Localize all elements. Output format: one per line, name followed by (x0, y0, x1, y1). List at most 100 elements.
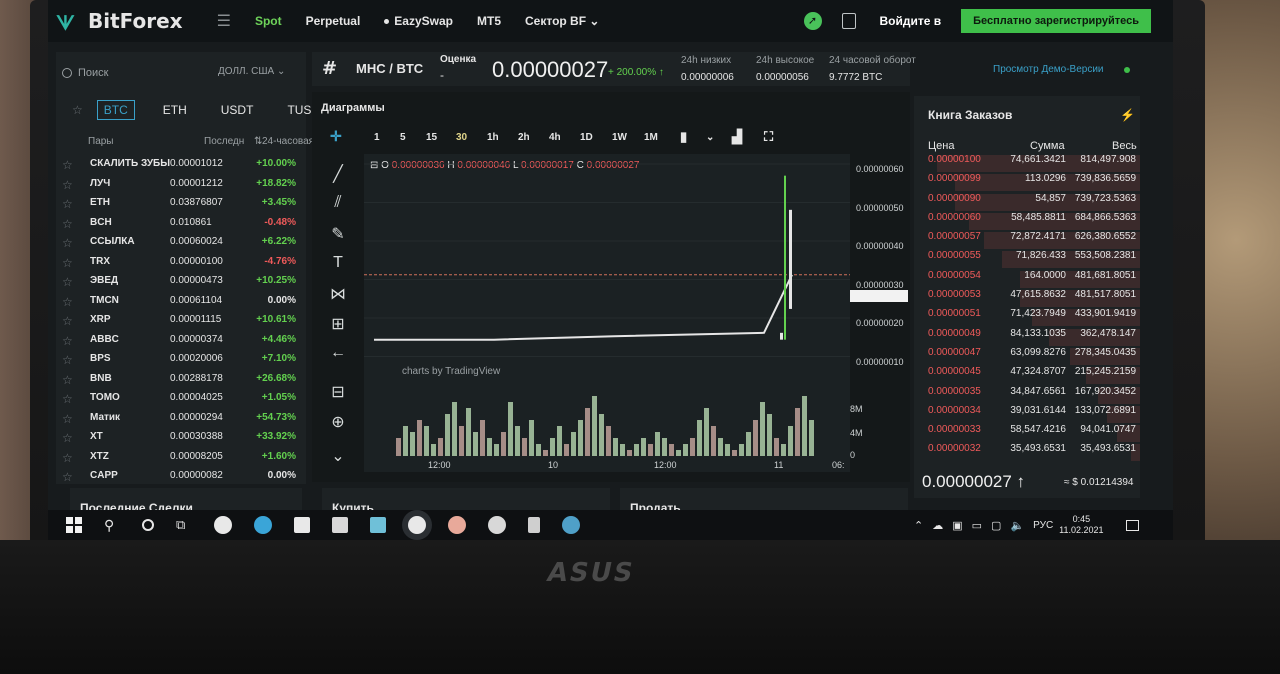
pair-row[interactable]: ☆ ABBC 0.00000374 +4.46% (62, 334, 302, 354)
search-icon[interactable]: ⚲ (104, 517, 120, 533)
announcement-icon[interactable] (841, 13, 856, 29)
star-icon[interactable]: ☆ (62, 275, 73, 289)
tab-eth[interactable]: ETH (157, 101, 193, 119)
orderbook-row[interactable]: 0.00000060 58,485.8811 684,866.5363 (914, 212, 1140, 231)
pair-row[interactable]: ☆ TRX 0.00000100 -4.76% (62, 256, 302, 276)
star-icon[interactable]: ☆ (62, 334, 73, 348)
star-icon[interactable]: ☆ (62, 353, 73, 367)
text-tool-icon[interactable]: T (326, 254, 350, 276)
tf-15[interactable]: 15 (426, 132, 437, 143)
demo-link[interactable]: Просмотр Демо-Версии (993, 64, 1104, 75)
star-icon[interactable]: ☆ (62, 256, 73, 270)
star-icon[interactable]: ☆ (62, 470, 73, 484)
back-arrow-icon[interactable]: ← (326, 344, 350, 366)
orderbook-row[interactable]: 0.00000051 71,423.7949 433,901.9419 (914, 308, 1140, 327)
brand-logo[interactable]: ᗐ BitForex (56, 9, 183, 35)
pair-row[interactable]: ☆ ССЫЛКА 0.00060024 +6.22% (62, 236, 302, 256)
fib-icon[interactable]: ⫽ (326, 194, 350, 216)
zoom-in-icon[interactable]: ⊕ (326, 412, 350, 434)
favorites-star-icon[interactable]: ☆ (72, 103, 83, 117)
pair-name[interactable]: MHC / BTC (356, 61, 423, 76)
menu-grid-icon[interactable]: ☰ (217, 11, 231, 31)
chrome-icon[interactable] (214, 516, 232, 534)
orderbook-row[interactable]: 0.00000057 72,872.4171 626,380.6552 (914, 231, 1140, 250)
pair-row[interactable]: ☆ TOMO 0.00004025 +1.05% (62, 392, 302, 412)
pair-row[interactable]: ☆ BNB 0.00288178 +26.68% (62, 373, 302, 393)
task-view-icon[interactable]: ⧉ (176, 517, 192, 533)
chart-plot[interactable]: ⊟ O 0.00000036 H 0.00000046 L 0.00000017… (364, 154, 850, 472)
document-icon[interactable] (528, 517, 540, 533)
edge-icon[interactable] (254, 516, 272, 534)
tf-2h[interactable]: 2h (518, 132, 530, 143)
orderbook-row[interactable]: 0.00000100 74,661.3421 814,497.908 (914, 154, 1140, 173)
brush-icon[interactable]: ✎ (326, 224, 350, 246)
nav-mt5[interactable]: MT5 (477, 14, 501, 28)
col-last[interactable]: Последн (204, 136, 244, 147)
crosshair-icon[interactable]: ✛ (330, 128, 342, 145)
pair-row[interactable]: ☆ ЭВЕД 0.00000473 +10.25% (62, 275, 302, 295)
chevron-down-icon[interactable]: ⌄ (706, 132, 714, 143)
battery-icon[interactable]: ▭ (972, 519, 982, 532)
pair-row[interactable]: ☆ ETH 0.03876807 +3.45% (62, 197, 302, 217)
star-icon[interactable]: ☆ (62, 314, 73, 328)
tf-30[interactable]: 30 (456, 132, 467, 143)
pair-row[interactable]: ☆ Матик 0.00000294 +54.73% (62, 412, 302, 432)
clock[interactable]: 0:45 11.02.2021 (1059, 514, 1103, 536)
pair-row[interactable]: ☆ BCH 0.010861 -0.48% (62, 217, 302, 237)
pair-row[interactable]: ☆ СКАЛИТЬ ЗУБЫ 0.00001012 +10.00% (62, 158, 302, 178)
star-icon[interactable]: ☆ (62, 295, 73, 309)
store-icon[interactable] (332, 517, 348, 533)
star-icon[interactable]: ☆ (62, 217, 73, 231)
indicators-icon[interactable]: ▟ (732, 129, 742, 145)
orderbook-row[interactable]: 0.00000033 58,547.4216 94,041.0747 (914, 424, 1140, 443)
star-icon[interactable]: ☆ (62, 197, 73, 211)
app-globe-icon[interactable] (562, 516, 580, 534)
pair-row[interactable]: ☆ TMCN 0.00061104 0.00% (62, 295, 302, 315)
orderbook-row[interactable]: 0.00000045 47,324.8707 215,245.2159 (914, 366, 1140, 385)
file-explorer-icon[interactable] (294, 517, 310, 533)
star-icon[interactable]: ☆ (62, 412, 73, 426)
pattern-icon[interactable]: ⋈ (326, 284, 350, 306)
language-indicator[interactable]: РУС (1033, 520, 1053, 531)
app-icon[interactable] (370, 517, 386, 533)
candles-icon[interactable]: ▮ (680, 129, 687, 145)
measure-icon[interactable]: ⊞ (326, 314, 350, 336)
orderbook-row[interactable]: 0.00000034 39,031.6144 133,072.6891 (914, 405, 1140, 424)
tf-4h[interactable]: 4h (549, 132, 561, 143)
tf-1m[interactable]: 1M (644, 132, 658, 143)
tf-1[interactable]: 1 (374, 132, 380, 143)
tf-1h[interactable]: 1h (487, 132, 499, 143)
chrome-active-icon[interactable] (408, 516, 426, 534)
app-round-icon[interactable] (448, 516, 466, 534)
currency-select[interactable]: ДОЛЛ. США ⌄ (218, 66, 285, 77)
orderbook-row[interactable]: 0.00000035 34,847.6561 167,920.3452 (914, 386, 1140, 405)
orderbook-row[interactable]: 0.00000054 164.0000 481,681.8051 (914, 270, 1140, 289)
orderbook-row[interactable]: 0.00000099 113.0296 739,836.5659 (914, 173, 1140, 192)
star-icon[interactable]: ☆ (62, 451, 73, 465)
star-icon[interactable]: ☆ (62, 158, 73, 172)
tab-btc[interactable]: BTC (96, 100, 135, 120)
orderbook-row[interactable]: 0.00000055 71,826.433 553,508.2381 (914, 250, 1140, 269)
pair-row[interactable]: ☆ ЛУЧ 0.00001212 +18.82% (62, 178, 302, 198)
pair-row[interactable]: ☆ CAPP 0.00000082 0.00% (62, 470, 302, 490)
nav-spot[interactable]: Spot (255, 14, 282, 28)
pair-row[interactable]: ☆ BPS 0.00020006 +7.10% (62, 353, 302, 373)
login-button[interactable]: Войдите в (880, 14, 942, 28)
app-round-icon[interactable] (488, 516, 506, 534)
fullscreen-icon[interactable]: ⛶ (764, 129, 773, 145)
star-icon[interactable]: ☆ (62, 178, 73, 192)
nav-sector-bf[interactable]: Сектор BF ⌄ (525, 14, 599, 28)
tab-usdt[interactable]: USDT (215, 101, 260, 119)
lock-tools-icon[interactable]: ⊟ (326, 382, 350, 404)
device-icon[interactable]: ▣ (952, 519, 962, 532)
pair-row[interactable]: ☆ XT 0.00030388 +33.92% (62, 431, 302, 451)
tf-5[interactable]: 5 (400, 132, 406, 143)
windows-start-icon[interactable] (66, 517, 82, 533)
scroll-down-icon[interactable]: ⌄ (326, 446, 350, 468)
orderbook-row[interactable]: 0.00000090 54,857 739,723.5363 (914, 193, 1140, 212)
star-icon[interactable]: ☆ (62, 373, 73, 387)
star-icon[interactable]: ☆ (62, 431, 73, 445)
star-icon[interactable]: ☆ (62, 236, 73, 250)
orderbook-row[interactable]: 0.00000047 63,099.8276 278,345.0435 (914, 347, 1140, 366)
nav-eazyswap[interactable]: EazySwap (384, 14, 453, 28)
